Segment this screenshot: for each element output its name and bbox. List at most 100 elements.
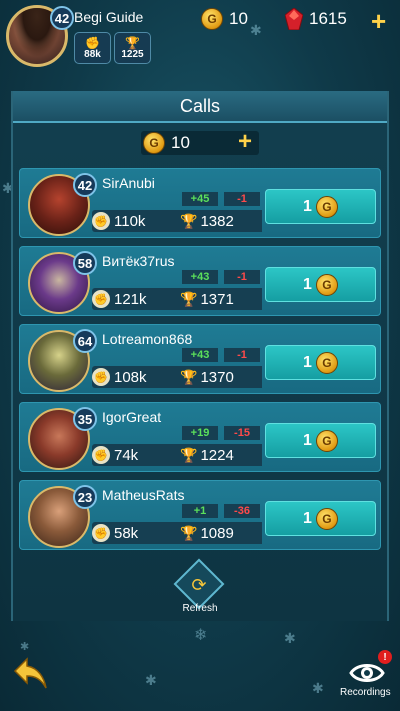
call-cost: 1 <box>303 275 312 293</box>
snowflake-icon: ✱ <box>284 630 296 646</box>
call-button[interactable]: 1 G <box>265 345 376 380</box>
opponent-name: IgorGreat <box>102 409 162 425</box>
opponent-trophies: 🏆 1224 <box>180 444 262 466</box>
opponent-power: ✊ 108k <box>92 366 194 388</box>
call-cost: 1 <box>303 431 312 449</box>
opponent-row: 64 Lotreamon868 ✊ 108k +43 -1 🏆 1370 1 G <box>19 324 381 394</box>
call-coin-icon: G <box>201 8 223 30</box>
trophy-gain: +43 <box>182 348 218 362</box>
opponent-trophies-value: 1224 <box>200 446 234 464</box>
call-coin-icon: G <box>143 132 165 154</box>
top-bar: 42 Begi Guide ✊ 88k 🏆 1225 G 10 1615 + <box>0 0 400 78</box>
fist-icon: ✊ <box>85 35 100 50</box>
calls-count: 10 <box>171 133 190 152</box>
player-power-value: 88k <box>84 48 101 60</box>
call-cost: 1 <box>303 353 312 371</box>
snowflake-icon: ✱ <box>145 672 157 688</box>
call-button[interactable]: 1 G <box>265 189 376 224</box>
coin-amount: 10 <box>229 9 248 28</box>
fist-icon: ✊ <box>92 290 110 308</box>
add-currency-button[interactable]: + <box>371 6 386 37</box>
snowflake-icon: ✱ <box>312 680 324 696</box>
trophy-loss: -36 <box>224 504 260 518</box>
snowflake-icon: ✱ <box>20 641 30 653</box>
opponent-trophies-value: 1382 <box>200 212 234 230</box>
opponent-trophies: 🏆 1382 <box>180 210 262 232</box>
call-coin-icon: G <box>315 273 338 296</box>
call-coin-icon: G <box>315 351 338 374</box>
opponent-trophies-value: 1371 <box>200 290 234 308</box>
trophy-loss: -1 <box>224 270 260 284</box>
recordings-label: Recordings <box>340 687 391 698</box>
opponent-level-badge: 58 <box>73 251 97 275</box>
opponent-level-badge: 42 <box>73 173 97 197</box>
call-coin-icon: G <box>315 195 338 218</box>
opponent-power-value: 110k <box>114 212 146 230</box>
opponent-level-badge: 23 <box>73 485 97 509</box>
call-button[interactable]: 1 G <box>265 501 376 536</box>
gem-amount: 1615 <box>309 9 347 28</box>
recordings-button[interactable] <box>349 660 385 686</box>
trophy-gain: +1 <box>182 504 218 518</box>
player-name: Begi Guide <box>74 9 144 25</box>
opponent-level-badge: 64 <box>73 329 97 353</box>
opponent-power-value: 108k <box>114 368 147 386</box>
call-button[interactable]: 1 G <box>265 423 376 458</box>
opponent-power: ✊ 74k <box>92 444 194 466</box>
title-divider <box>13 121 387 123</box>
player-power-box: ✊ 88k <box>74 32 111 64</box>
opponent-power: ✊ 110k <box>92 210 194 232</box>
trophy-loss: -1 <box>224 348 260 362</box>
trophy-icon: 🏆 <box>180 524 198 541</box>
opponent-trophies-value: 1089 <box>200 524 234 542</box>
eye-icon <box>349 664 385 682</box>
opponent-row: 23 MatheusRats ✊ 58k +1 -36 🏆 1089 1 G <box>19 480 381 550</box>
trophy-icon: 🏆 <box>180 368 198 385</box>
opponent-trophies: 🏆 1089 <box>180 522 262 544</box>
call-button[interactable]: 1 G <box>265 267 376 302</box>
trophy-loss: -1 <box>224 192 260 206</box>
refresh-icon: ⟳ <box>191 574 207 595</box>
opponent-name: SirAnubi <box>102 175 155 191</box>
coin-currency: G 10 <box>201 8 248 30</box>
fist-icon: ✊ <box>92 212 110 230</box>
trophy-gain: +43 <box>182 270 218 284</box>
opponent-row: 42 SirAnubi ✊ 110k +45 -1 🏆 1382 1 G <box>19 168 381 238</box>
back-button[interactable] <box>13 657 49 701</box>
trophy-icon: 🏆 <box>180 290 198 307</box>
gem-icon <box>285 8 303 30</box>
call-coin-icon: G <box>315 507 338 530</box>
opponent-name: Витёк37rus <box>102 253 175 269</box>
fist-icon: ✊ <box>92 368 110 386</box>
player-level-badge: 42 <box>50 6 74 30</box>
opponent-power-value: 74k <box>114 446 139 464</box>
opponent-trophies-value: 1370 <box>200 368 234 386</box>
opponent-row: 58 Витёк37rus ✊ 121k +43 -1 🏆 1371 1 G <box>19 246 381 316</box>
opponent-trophies: 🏆 1370 <box>180 366 262 388</box>
gem-currency: 1615 <box>285 8 347 30</box>
call-cost: 1 <box>303 197 312 215</box>
opponent-name: Lotreamon868 <box>102 331 193 347</box>
opponent-power: ✊ 121k <box>92 288 194 310</box>
call-coin-icon: G <box>315 429 338 452</box>
add-calls-button[interactable]: + <box>238 128 252 156</box>
panel-title: Calls <box>13 91 387 121</box>
opponent-power: ✊ 58k <box>92 522 194 544</box>
trophy-gain: +45 <box>182 192 218 206</box>
opponent-power-value: 121k <box>114 290 147 308</box>
player-trophies-value: 1225 <box>121 48 144 60</box>
opponent-trophies: 🏆 1371 <box>180 288 262 310</box>
opponent-name: MatheusRats <box>102 487 185 503</box>
opponent-level-badge: 35 <box>73 407 97 431</box>
call-cost: 1 <box>303 509 312 527</box>
player-trophies-box: 🏆 1225 <box>114 32 151 64</box>
refresh-label: Refresh <box>182 603 218 614</box>
trophy-icon: 🏆 <box>180 212 198 229</box>
trophy-icon: 🏆 <box>125 35 140 50</box>
back-arrow-icon <box>13 657 47 689</box>
opponent-power-value: 58k <box>114 524 139 542</box>
snowflake-icon: ❄ <box>194 627 208 644</box>
trophy-gain: +19 <box>182 426 218 440</box>
notification-badge: ! <box>378 650 392 664</box>
trophy-icon: 🏆 <box>180 446 198 463</box>
